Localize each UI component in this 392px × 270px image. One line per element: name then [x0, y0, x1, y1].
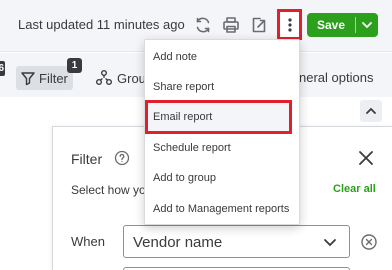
when-label: When — [71, 234, 105, 249]
group-label: Grou — [117, 70, 146, 86]
more-options-menu: Add note Share report Email report Sched… — [144, 39, 300, 225]
filter-button[interactable]: Filter — [16, 66, 73, 90]
count-badge: 6 — [0, 61, 5, 76]
last-updated-text: Last updated 11 minutes ago — [18, 17, 185, 32]
chevron-down-icon — [324, 239, 336, 247]
close-icon[interactable] — [357, 149, 375, 167]
filter-panel-title: Filter — [71, 151, 103, 167]
save-button[interactable]: Save — [307, 13, 355, 37]
more-vertical-icon — [287, 17, 292, 32]
chevron-down-icon — [362, 22, 372, 29]
filter-label: Filter — [39, 70, 68, 86]
export-icon[interactable] — [248, 14, 270, 36]
refresh-icon[interactable] — [192, 14, 214, 36]
clear-all-link[interactable]: Clear all — [333, 183, 376, 195]
group-icon — [96, 70, 112, 85]
chevron-up-icon — [366, 107, 376, 114]
menu-item-add-to-group[interactable]: Add to group — [145, 163, 299, 193]
filter-field-value: Vendor name — [133, 234, 223, 251]
menu-item-email-report[interactable]: Email report — [145, 102, 299, 132]
print-icon[interactable] — [220, 14, 242, 36]
remove-icon[interactable] — [360, 233, 378, 251]
help-icon[interactable] — [114, 150, 130, 166]
menu-item-add-note[interactable]: Add note — [145, 42, 299, 72]
filter-count-badge: 1 — [67, 58, 82, 73]
filter-icon — [21, 72, 35, 86]
filter-field-select[interactable]: Vendor name — [123, 225, 350, 258]
menu-item-share-report[interactable]: Share report — [145, 72, 299, 102]
more-options-button[interactable] — [277, 9, 302, 40]
menu-item-schedule-report[interactable]: Schedule report — [145, 133, 299, 163]
save-split-button: Save — [307, 13, 378, 37]
general-options-button[interactable]: neral options — [299, 70, 373, 85]
group-button[interactable]: Grou — [95, 68, 146, 88]
save-options-button[interactable] — [356, 13, 378, 37]
collapse-button[interactable] — [360, 100, 382, 122]
menu-item-add-to-management-reports[interactable]: Add to Management reports — [145, 194, 299, 224]
filter-instructions: Select how yo — [71, 183, 146, 197]
